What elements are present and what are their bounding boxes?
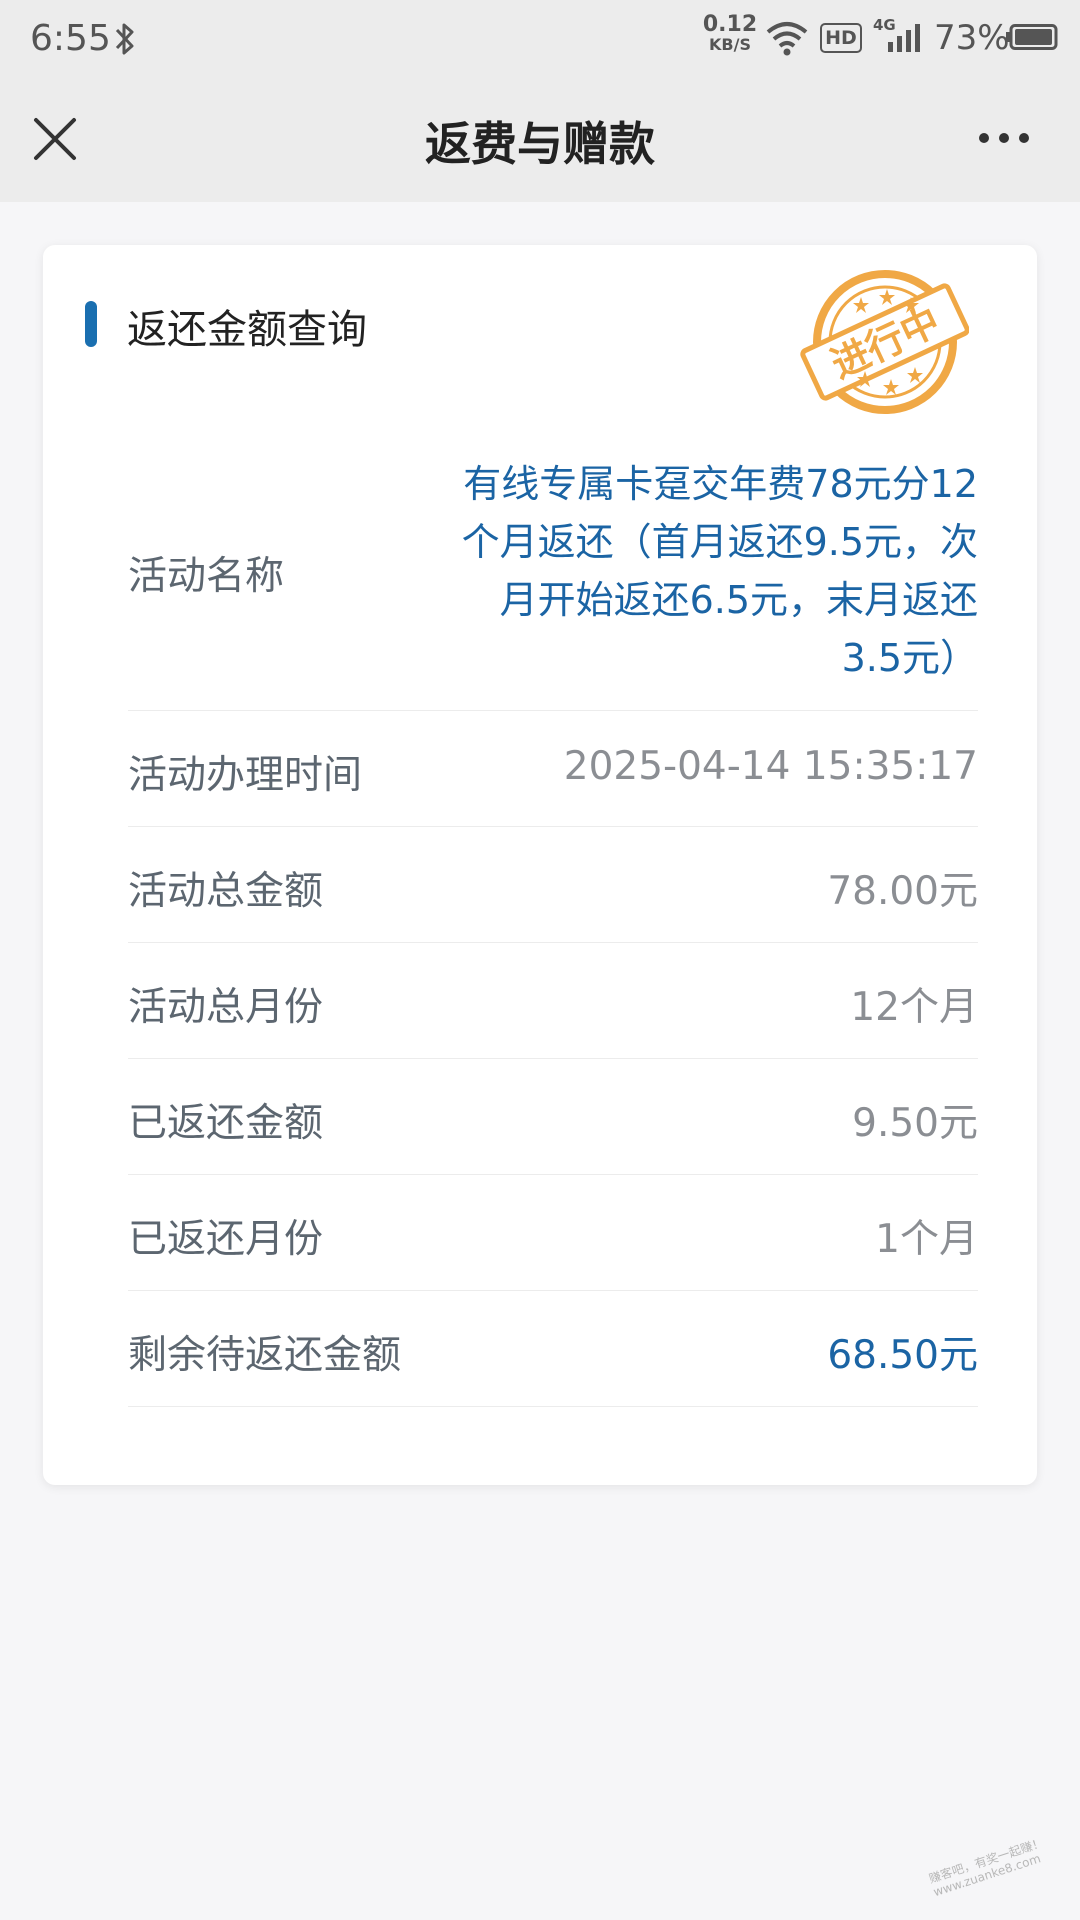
row-total-months: 活动总月份 12个月 [128, 942, 978, 1059]
card-title: 返还金额查询 [127, 307, 367, 353]
row-value-activity-time: 2025-04-14 15:35:17 [563, 744, 978, 789]
page-title: 返费与赠款 [425, 117, 655, 171]
row-label-activity-name: 活动名称 [128, 554, 285, 599]
network-speed-unit: KB/S [709, 35, 751, 54]
watermark: 赚客吧，有奖一起赚！ www.zuanke8.com [927, 1829, 1073, 1910]
row-label-remaining-amount: 剩余待返还金额 [128, 1333, 402, 1378]
row-refunded-amount: 已返还金额 9.50元 [128, 1058, 978, 1175]
refund-query-card: 返还金额查询 进行中 活动名称 有线专属卡趸交年费78元分12个月返还（首月返还… [43, 245, 1037, 1485]
row-label-total-months: 活动总月份 [128, 985, 324, 1030]
more-icon[interactable] [976, 128, 1032, 148]
battery-percent: 73% [934, 18, 1010, 58]
row-remaining-amount: 剩余待返还金额 68.50元 [128, 1290, 978, 1407]
signal-icon [888, 24, 920, 52]
row-value-refunded-months: 1个月 [875, 1217, 978, 1262]
row-value-remaining-amount: 68.50元 [827, 1333, 978, 1378]
status-bar: 6:55 0.12 KB/S HD 4G 73% [0, 0, 1080, 78]
row-label-total-amount: 活动总金额 [128, 869, 324, 914]
network-speed-value: 0.12 [702, 12, 758, 37]
card-accent-bar [85, 301, 97, 347]
row-value-total-amount: 78.00元 [827, 869, 978, 914]
hd-icon: HD [820, 23, 862, 53]
row-value-activity-name: 有线专属卡趸交年费78元分12个月返还（首月返还9.5元，次月开始返还6.5元，… [461, 462, 978, 680]
row-refunded-months: 已返还月份 1个月 [128, 1174, 978, 1291]
row-activity-name: 活动名称 有线专属卡趸交年费78元分12个月返还（首月返还9.5元，次月开始返还… [128, 445, 978, 711]
nav-bar: 返费与赠款 [0, 78, 1080, 202]
battery-icon [1006, 24, 1058, 50]
screen: 6:55 0.12 KB/S HD 4G 73% 返费与赠款 返还金额查询 进行… [0, 0, 1080, 1920]
row-total-amount: 活动总金额 78.00元 [128, 826, 978, 943]
row-label-refunded-amount: 已返还金额 [128, 1101, 324, 1146]
row-label-refunded-months: 已返还月份 [128, 1217, 324, 1262]
row-value-refunded-amount: 9.50元 [852, 1101, 978, 1146]
status-time: 6:55 [30, 18, 111, 59]
row-activity-time: 活动办理时间 2025-04-14 15:35:17 [128, 710, 978, 827]
row-value-total-months: 12个月 [850, 985, 978, 1030]
row-label-activity-time: 活动办理时间 [128, 753, 363, 798]
in-progress-stamp: 进行中 [800, 270, 969, 414]
bluetooth-icon [115, 23, 134, 55]
network-speed: 0.12 KB/S [702, 14, 758, 54]
wifi-icon [766, 22, 808, 56]
